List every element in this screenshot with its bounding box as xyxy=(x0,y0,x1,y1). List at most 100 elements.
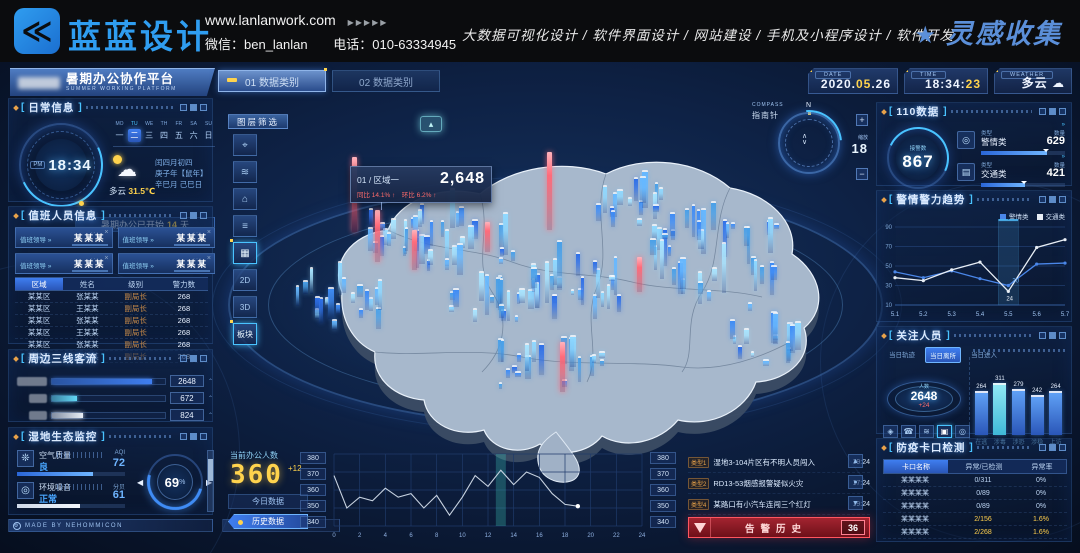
week-day[interactable]: MO一 xyxy=(113,121,126,142)
table-row[interactable]: 某某区张某某副局长268 xyxy=(15,291,208,303)
table-row[interactable]: 某某区王某某副局长268 xyxy=(15,327,208,339)
window-icon[interactable] xyxy=(1049,444,1056,451)
window-icon[interactable] xyxy=(190,355,197,362)
zoom-out-button[interactable]: − xyxy=(856,168,868,180)
map-bar xyxy=(640,176,646,203)
alert-row[interactable]: 类型4某路口有小汽车连闯三个红灯19:24 xyxy=(688,494,870,515)
tick-icon: ⌃ xyxy=(208,412,213,419)
column-header[interactable]: 卡口名称 xyxy=(884,460,948,473)
focus-tab[interactable]: 当日离所 xyxy=(925,347,961,363)
column-header[interactable]: 区域 xyxy=(15,278,63,290)
table-row[interactable]: 某某某某2/2681.6% xyxy=(883,526,1067,539)
website-url[interactable]: www.lanlanwork.com xyxy=(205,12,336,28)
scroll-up-icon[interactable]: ▲ xyxy=(848,454,863,468)
list-layer-icon[interactable]: ≡ xyxy=(233,215,257,237)
table-row[interactable]: 某某某某0/890% xyxy=(883,487,1067,500)
map-bar xyxy=(698,281,703,295)
duty-leader-card: 值班领导 »···×某某某 xyxy=(15,227,113,248)
history-data-button[interactable]: 历史数据 xyxy=(228,514,308,529)
chart-layer-icon[interactable]: ▦ xyxy=(233,242,257,264)
map-bar xyxy=(473,308,477,322)
minimize-icon[interactable] xyxy=(1039,108,1046,115)
eco-slider[interactable] xyxy=(207,450,214,512)
alert-row[interactable]: 类型2RD13-53烟感报警疑似火灾17:24 xyxy=(688,473,870,494)
expand-icon[interactable] xyxy=(200,212,207,219)
expand-icon[interactable] xyxy=(1059,196,1066,203)
expand-icon[interactable] xyxy=(200,355,207,362)
duty-leader-card: 值班领导 »···×某某某 xyxy=(118,227,216,248)
map-bar xyxy=(592,354,596,364)
map-bar xyxy=(726,222,729,238)
window-icon[interactable] xyxy=(1049,108,1056,115)
column-header[interactable]: 异常/已检测 xyxy=(948,462,1020,472)
signal-layer-icon[interactable]: ≋ xyxy=(233,161,257,183)
map-marker-icon[interactable]: ▴ xyxy=(420,116,442,132)
today-data-button[interactable]: 今日数据 xyxy=(228,494,308,509)
window-icon[interactable] xyxy=(190,212,197,219)
contact-line: 微信：ben_lanlan 电话：010-63334945 xyxy=(205,34,456,53)
week-day[interactable]: WE三 xyxy=(143,121,156,142)
minimize-icon[interactable] xyxy=(180,433,187,440)
column-header[interactable]: 警力数 xyxy=(160,279,208,290)
alert-history-bar[interactable]: 告警历史 36 xyxy=(688,517,870,538)
alert-type-badge: 类型1 xyxy=(688,457,709,468)
network-icon[interactable]: ≋ xyxy=(919,425,934,438)
minimize-icon[interactable] xyxy=(1039,332,1046,339)
week-day[interactable]: TU二 xyxy=(128,121,141,142)
map-bar xyxy=(578,356,581,382)
minimize-icon[interactable] xyxy=(180,355,187,362)
table-row[interactable]: 某某某某2/1561.6% xyxy=(883,513,1067,526)
expand-icon[interactable] xyxy=(200,104,207,111)
minimize-icon[interactable] xyxy=(1039,196,1046,203)
window-icon[interactable] xyxy=(1049,196,1056,203)
window-icon[interactable] xyxy=(1049,332,1056,339)
window-icon[interactable] xyxy=(190,104,197,111)
minimize-icon[interactable] xyxy=(1039,444,1046,451)
week-day[interactable]: SA六 xyxy=(187,121,200,142)
expand-icon[interactable] xyxy=(1059,332,1066,339)
layer-button-2D[interactable]: 2D xyxy=(233,269,257,291)
table-row[interactable]: 某某区王某某副局长268 xyxy=(15,303,208,315)
layer-button-3D[interactable]: 3D xyxy=(233,296,257,318)
person-icon[interactable]: ▣ xyxy=(937,425,952,438)
gauge-left-arrow[interactable]: ◀ xyxy=(137,478,143,487)
alert-type-badge: 类型4 xyxy=(688,499,709,510)
window-icon[interactable] xyxy=(190,433,197,440)
minimize-icon[interactable] xyxy=(180,212,187,219)
alert-text: 某路口有小汽车连闯三个红灯 xyxy=(713,499,848,510)
table-row[interactable]: 某某某某0/3110% xyxy=(883,474,1067,487)
camera-layer-icon[interactable]: ⌖ xyxy=(233,134,257,156)
scroll-thumb-icon[interactable]: ● xyxy=(848,475,863,489)
sparkle-star-icon: ★ xyxy=(914,21,938,50)
building-layer-icon[interactable]: ⌂ xyxy=(233,188,257,210)
phone-icon[interactable]: ☎ xyxy=(901,425,916,438)
table-row[interactable]: 某某区张某某副局长268 xyxy=(15,315,208,327)
inspiration-collect[interactable]: ★灵感收集 xyxy=(914,12,1062,51)
minimize-icon[interactable] xyxy=(180,104,187,111)
scroll-down-icon[interactable]: ▼ xyxy=(848,496,863,510)
eye-icon[interactable]: ◎ xyxy=(955,425,970,438)
layer-button-板块[interactable]: 板块 xyxy=(233,323,257,345)
alert-row[interactable]: 类型1湿地3-104片区有不明人员闯入19:24 xyxy=(688,452,870,473)
zoom-in-button[interactable]: + xyxy=(856,114,868,126)
map-bar xyxy=(795,321,801,350)
map-bar xyxy=(490,295,494,303)
focus-tab[interactable]: 当日轨迹 xyxy=(885,347,919,363)
table-row[interactable]: 某某某某0/890% xyxy=(883,500,1067,513)
expand-icon[interactable] xyxy=(1059,108,1066,115)
map-bar xyxy=(730,319,735,339)
table-header-row: 区域姓名级别警力数 xyxy=(15,277,208,291)
vehicle-icon[interactable]: ◈ xyxy=(883,425,898,438)
column-header[interactable]: 级别 xyxy=(112,279,160,290)
expand-icon[interactable] xyxy=(1059,444,1066,451)
tab-data-category-2[interactable]: 02 数据类别 xyxy=(332,70,440,92)
compass-ring[interactable] xyxy=(778,112,840,174)
column-header[interactable]: 姓名 xyxy=(63,279,111,290)
column-header[interactable]: 异常率 xyxy=(1020,462,1064,472)
week-day[interactable]: SU日 xyxy=(202,121,215,142)
tab-data-category-1[interactable]: 01 数据类别 xyxy=(218,70,326,92)
expand-icon[interactable] xyxy=(200,433,207,440)
week-day[interactable]: FR五 xyxy=(172,121,185,142)
alert-list: 类型1湿地3-104片区有不明人员闯入19:24类型2RD13-53烟感报警疑似… xyxy=(688,452,870,515)
week-day[interactable]: TH四 xyxy=(157,121,170,142)
